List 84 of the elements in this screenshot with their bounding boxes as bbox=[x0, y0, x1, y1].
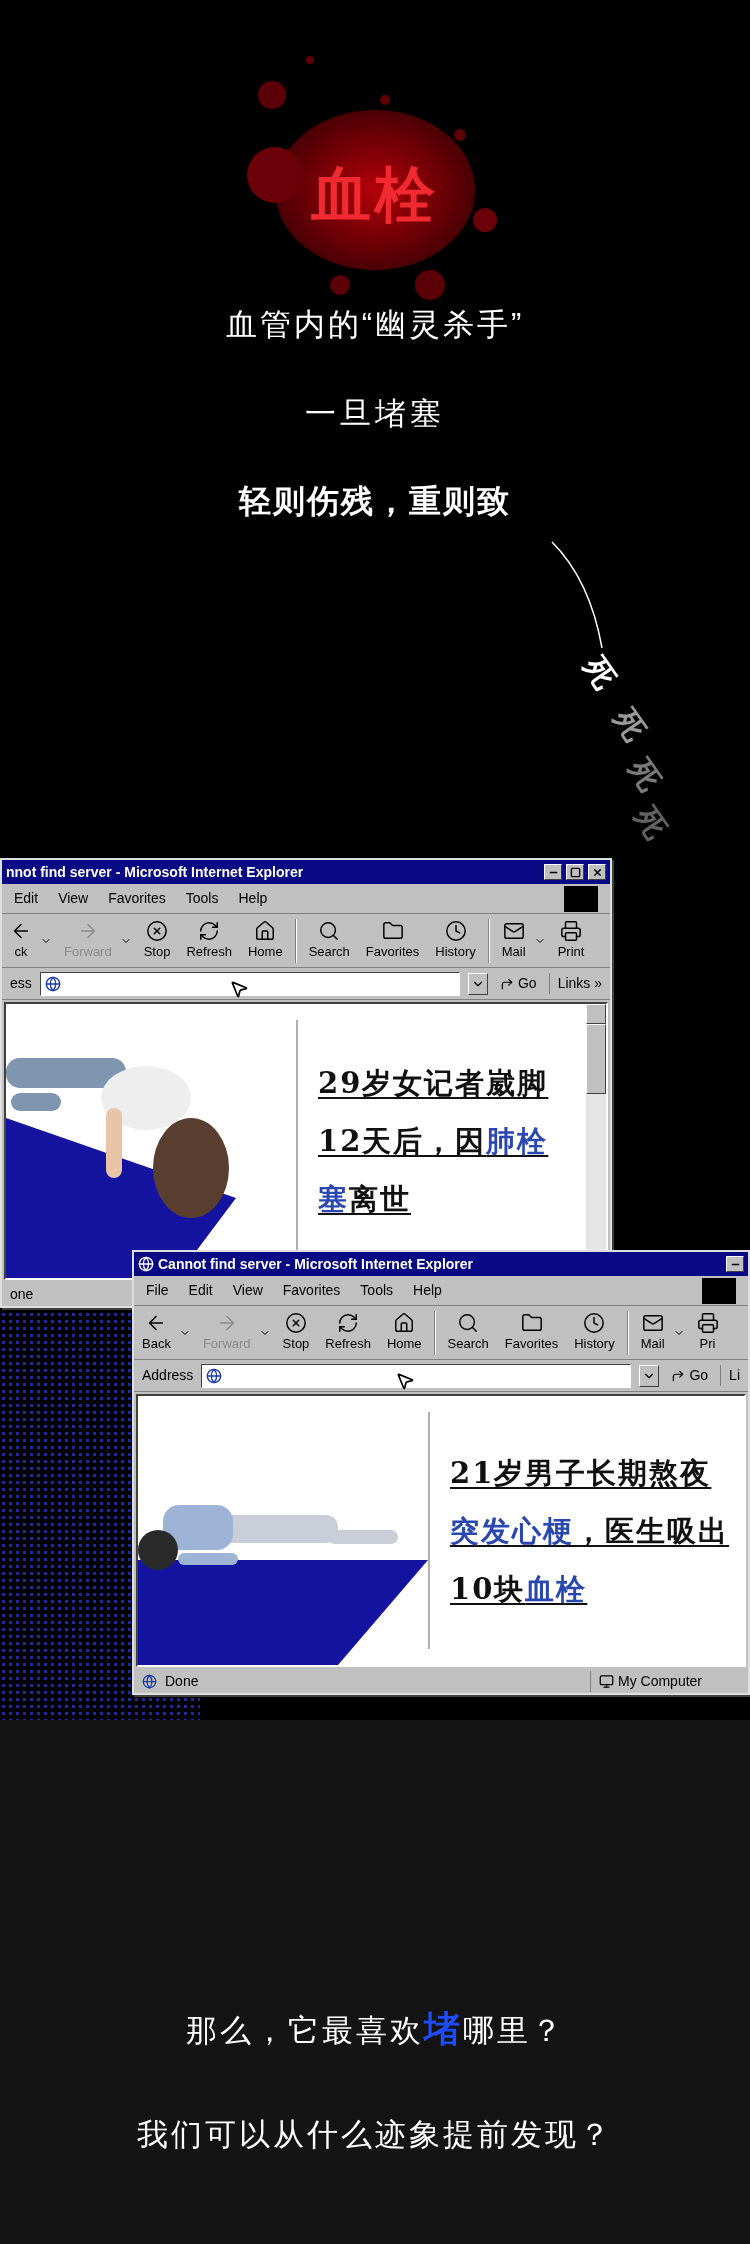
status-text: Done bbox=[165, 1671, 199, 1691]
stop-icon bbox=[284, 1311, 307, 1334]
minimize-button[interactable] bbox=[544, 864, 562, 880]
toolbar-button[interactable]: Pri bbox=[688, 1311, 727, 1354]
status-text: one bbox=[10, 1284, 34, 1304]
go-button[interactable]: Go bbox=[495, 973, 541, 994]
menu-item[interactable]: View bbox=[232, 1280, 263, 1301]
home-icon bbox=[254, 919, 277, 942]
menu-item[interactable]: Tools bbox=[185, 888, 219, 909]
toolbar-button[interactable]: Back bbox=[134, 1311, 179, 1354]
page-icon bbox=[44, 975, 61, 992]
page-icon bbox=[142, 1673, 157, 1689]
printer-icon bbox=[696, 1311, 719, 1334]
title: 血栓 bbox=[311, 160, 439, 230]
toolbar-button[interactable]: Stop bbox=[135, 919, 179, 962]
maximize-button[interactable] bbox=[566, 864, 584, 880]
computer-icon bbox=[599, 1673, 614, 1689]
menu-item[interactable]: Favorites bbox=[108, 888, 166, 909]
menu-item[interactable]: Help bbox=[238, 888, 268, 909]
go-arrow-icon bbox=[499, 976, 514, 991]
question-text: 那么，它最喜欢堵哪里？ bbox=[185, 2007, 565, 2051]
echo-character: 死 bbox=[627, 799, 675, 847]
zone-text: My Computer bbox=[618, 1671, 703, 1691]
address-label: Address bbox=[142, 1366, 194, 1385]
page-icon bbox=[206, 1367, 223, 1384]
go-button[interactable]: Go bbox=[667, 1365, 713, 1386]
address-field[interactable] bbox=[201, 1363, 632, 1388]
links-button[interactable]: Li bbox=[720, 1365, 740, 1386]
followup-text: 我们可以从什么迹象提前发现？ bbox=[137, 2116, 613, 2154]
emphasis-text: 轻则伤残，重则致 bbox=[239, 482, 511, 521]
throbber-icon bbox=[564, 885, 598, 912]
maximize-icon bbox=[569, 866, 581, 878]
address-field[interactable] bbox=[39, 971, 460, 996]
toolbar-button[interactable]: Print bbox=[549, 919, 593, 962]
menu-item[interactable]: Favorites bbox=[282, 1280, 341, 1301]
toolbar-button[interactable]: ck bbox=[2, 919, 40, 962]
address-label: ess bbox=[10, 974, 32, 993]
toolbar-button[interactable]: Mail bbox=[493, 919, 534, 962]
menu-item[interactable]: View bbox=[58, 888, 89, 909]
close-icon bbox=[591, 866, 603, 878]
subtitle: 血管内的“幽灵杀手” bbox=[225, 306, 525, 344]
minimize-button[interactable] bbox=[726, 1256, 744, 1272]
menu-item[interactable]: Edit bbox=[14, 888, 39, 909]
toolbar-button[interactable]: Refresh bbox=[317, 1311, 379, 1354]
toolbar-button[interactable]: Refresh bbox=[178, 919, 240, 962]
window-title: nnot find server - Microsoft Internet Explorer bbox=[6, 862, 305, 882]
headline: 21岁男子长期熬夜 突发心梗，医生吸出10块血栓 bbox=[450, 1454, 730, 1608]
text-line: 一旦堵塞 bbox=[305, 394, 445, 433]
folder-icon bbox=[381, 919, 404, 942]
go-arrow-icon bbox=[671, 1368, 686, 1383]
menu-item[interactable]: Edit bbox=[188, 1280, 213, 1301]
throbber-icon bbox=[702, 1277, 736, 1304]
headline: 29岁女记者崴脚12天后，因肺栓塞离世 bbox=[318, 1065, 550, 1218]
clock-icon bbox=[583, 1311, 606, 1334]
toolbar-button[interactable]: Search bbox=[439, 1311, 497, 1354]
toolbar-button[interactable]: Mail bbox=[632, 1311, 673, 1354]
toolbar-button[interactable]: Favorites bbox=[496, 1311, 567, 1354]
refresh-icon bbox=[337, 1311, 360, 1334]
window-title: Cannot find server - Microsoft Internet Explorer bbox=[158, 1254, 475, 1274]
close-button[interactable] bbox=[588, 864, 606, 880]
toolbar-button[interactable]: Home bbox=[378, 1311, 430, 1354]
clock-icon bbox=[444, 919, 467, 942]
echo-character: 死 bbox=[621, 751, 669, 799]
toolbar-button[interactable]: History bbox=[427, 919, 484, 962]
folder-icon bbox=[520, 1311, 543, 1334]
dropdown-button[interactable] bbox=[639, 1364, 660, 1387]
search-icon bbox=[457, 1311, 480, 1334]
menu-item[interactable]: Tools bbox=[360, 1280, 394, 1301]
toolbar-button[interactable]: Stop bbox=[274, 1311, 318, 1354]
search-icon bbox=[318, 919, 341, 942]
toolbar-button[interactable]: Home bbox=[239, 919, 291, 962]
home-icon bbox=[393, 1311, 416, 1334]
dropdown-button[interactable] bbox=[467, 972, 488, 995]
toolbar-button[interactable]: Favorites bbox=[357, 919, 428, 962]
echo-character: 死 bbox=[576, 649, 624, 697]
stop-icon bbox=[146, 919, 169, 942]
echo-character: 死 bbox=[606, 701, 654, 749]
links-button[interactable]: Links » bbox=[548, 973, 602, 994]
toolbar-button[interactable]: History bbox=[566, 1311, 623, 1354]
toolbar-button[interactable]: Search bbox=[300, 919, 358, 962]
menu-item[interactable]: File bbox=[146, 1280, 169, 1301]
menu-item[interactable]: Help bbox=[413, 1280, 442, 1301]
refresh-icon bbox=[198, 919, 221, 942]
printer-icon bbox=[560, 919, 582, 942]
